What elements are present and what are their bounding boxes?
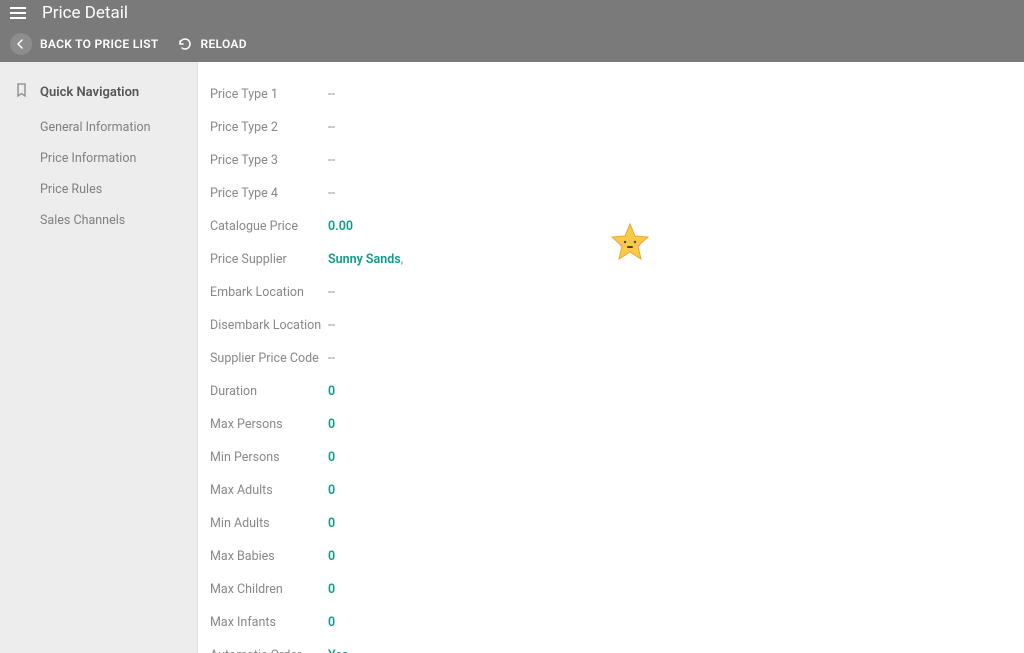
field-row: Supplier Price Code-- (210, 342, 1024, 375)
body: Quick Navigation General InformationPric… (0, 62, 1024, 653)
back-button[interactable]: BACK TO PRICE LIST (10, 33, 159, 55)
field-label: Max Children (210, 582, 328, 597)
field-row: Max Children0 (210, 573, 1024, 606)
field-label: Price Type 2 (210, 120, 328, 135)
reload-button[interactable]: RELOAD (177, 36, 247, 52)
field-label: Catalogue Price (210, 219, 328, 234)
field-row: Catalogue Price0.00 (210, 210, 1024, 243)
field-row: Max Infants0 (210, 606, 1024, 639)
field-label: Max Persons (210, 417, 328, 432)
field-row: Max Persons0 (210, 408, 1024, 441)
field-value: 0 (328, 417, 335, 432)
field-label: Duration (210, 384, 328, 399)
field-label: Max Babies (210, 549, 328, 564)
field-value: 0 (328, 483, 335, 498)
field-label: Price Type 4 (210, 186, 328, 201)
bookmark-icon (14, 82, 30, 102)
field-value: -- (328, 351, 335, 366)
field-label: Automatic Order (210, 648, 328, 653)
reload-label: RELOAD (201, 37, 247, 51)
sidebar-nav: General InformationPrice InformationPric… (0, 112, 197, 236)
header-actions: BACK TO PRICE LIST RELOAD (0, 26, 1024, 62)
field-label: Disembark Location (210, 318, 328, 333)
field-value: -- (328, 186, 335, 201)
field-label: Price Type 1 (210, 87, 328, 102)
header-top: Price Detail (0, 0, 1024, 26)
field-row: Price Type 1-- (210, 78, 1024, 111)
field-row: Embark Location-- (210, 276, 1024, 309)
header: Price Detail BACK TO PRICE LIST RELOAD (0, 0, 1024, 62)
field-value-link[interactable]: Sunny Sands, (328, 252, 403, 267)
field-value: 0.00 (328, 219, 353, 234)
sidebar-title: Quick Navigation (40, 85, 139, 100)
menu-icon[interactable] (10, 3, 30, 23)
field-value-suffix: , (401, 252, 403, 267)
field-row: Automatic OrderYes (210, 639, 1024, 653)
page-title: Price Detail (42, 3, 128, 23)
field-value: 0 (328, 516, 335, 531)
field-row: Min Persons0 (210, 441, 1024, 474)
sidebar-item[interactable]: General Information (0, 112, 197, 143)
field-value: -- (328, 285, 335, 300)
field-value: -- (328, 153, 335, 168)
field-label: Max Adults (210, 483, 328, 498)
field-row: Max Adults0 (210, 474, 1024, 507)
field-value: 0 (328, 615, 335, 630)
field-value: 0 (328, 384, 335, 399)
sidebar-item[interactable]: Price Information (0, 143, 197, 174)
field-row: Max Babies0 (210, 540, 1024, 573)
field-row: Price Type 2-- (210, 111, 1024, 144)
main-content: Price Type 1--Price Type 2--Price Type 3… (198, 62, 1024, 653)
sidebar: Quick Navigation General InformationPric… (0, 62, 198, 653)
field-value: 0 (328, 450, 335, 465)
back-label: BACK TO PRICE LIST (40, 37, 159, 51)
sidebar-header: Quick Navigation (0, 78, 197, 112)
field-row: Price Type 3-- (210, 144, 1024, 177)
field-value: Yes (328, 648, 348, 653)
field-value: 0 (328, 582, 335, 597)
field-label: Min Persons (210, 450, 328, 465)
field-label: Price Supplier (210, 252, 328, 267)
field-label: Supplier Price Code (210, 351, 328, 366)
field-value: 0 (328, 549, 335, 564)
field-value: -- (328, 120, 335, 135)
field-label: Price Type 3 (210, 153, 328, 168)
field-label: Embark Location (210, 285, 328, 300)
field-value: -- (328, 87, 335, 102)
field-row: Price Type 4-- (210, 177, 1024, 210)
back-arrow-icon (10, 33, 32, 55)
sidebar-item[interactable]: Price Rules (0, 174, 197, 205)
field-row: Price SupplierSunny Sands, (210, 243, 1024, 276)
field-value: -- (328, 318, 335, 333)
field-label: Min Adults (210, 516, 328, 531)
field-row: Disembark Location-- (210, 309, 1024, 342)
field-label: Max Infants (210, 615, 328, 630)
field-row: Duration0 (210, 375, 1024, 408)
reload-icon (177, 36, 193, 52)
sidebar-item[interactable]: Sales Channels (0, 205, 197, 236)
field-row: Min Adults0 (210, 507, 1024, 540)
